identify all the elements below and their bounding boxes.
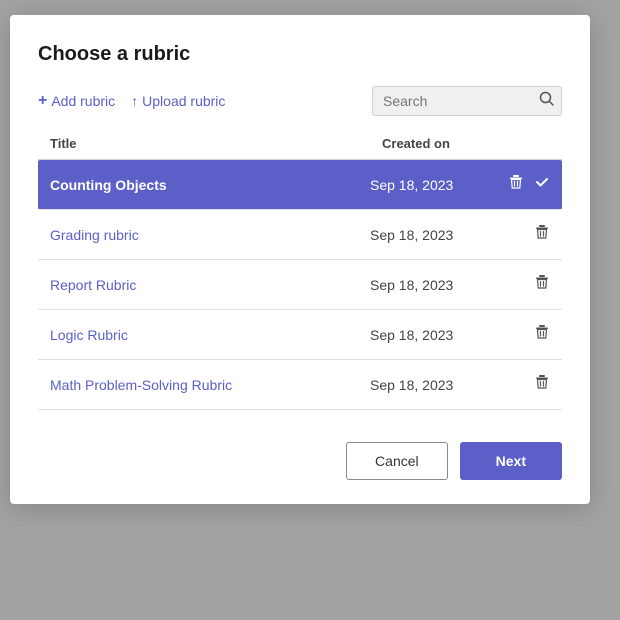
rubric-name: Math Problem-Solving Rubric <box>50 377 370 393</box>
toolbar: + Add rubric ↑ Upload rubric <box>38 86 562 116</box>
modal-overlay: Choose a rubric + Add rubric ↑ Upload ru… <box>0 0 620 620</box>
modal-footer: Cancel Next <box>38 438 562 480</box>
delete-icon[interactable] <box>534 374 550 395</box>
delete-icon[interactable] <box>534 324 550 345</box>
table-header: Title Created on <box>38 132 562 160</box>
table-row[interactable]: Report RubricSep 18, 2023 <box>38 260 562 310</box>
row-actions <box>500 174 550 195</box>
table-row[interactable]: Counting ObjectsSep 18, 2023 <box>38 160 562 210</box>
upload-rubric-label: Upload rubric <box>142 93 225 109</box>
rubric-date: Sep 18, 2023 <box>370 177 500 193</box>
upload-icon: ↑ <box>131 93 138 109</box>
rubric-name: Counting Objects <box>50 177 370 193</box>
rubrics-list: Counting ObjectsSep 18, 2023 Grading rub… <box>38 160 562 410</box>
delete-icon[interactable] <box>508 174 524 195</box>
row-actions <box>500 224 550 245</box>
rubric-name: Grading rubric <box>50 227 370 243</box>
add-rubric-label: Add rubric <box>51 93 115 109</box>
table-row[interactable]: Logic RubricSep 18, 2023 <box>38 310 562 360</box>
delete-icon[interactable] <box>534 224 550 245</box>
row-actions <box>500 324 550 345</box>
cancel-button[interactable]: Cancel <box>346 442 448 480</box>
next-button[interactable]: Next <box>460 442 562 480</box>
table-row[interactable]: Grading rubricSep 18, 2023 <box>38 210 562 260</box>
search-container <box>372 86 562 116</box>
check-icon <box>534 174 550 195</box>
row-actions <box>500 374 550 395</box>
delete-icon[interactable] <box>534 274 550 295</box>
rubric-date: Sep 18, 2023 <box>370 327 500 343</box>
rubric-date: Sep 18, 2023 <box>370 377 500 393</box>
upload-rubric-button[interactable]: ↑ Upload rubric <box>123 87 233 115</box>
rubric-name: Report Rubric <box>50 277 370 293</box>
column-created: Created on <box>382 136 512 151</box>
rubric-date: Sep 18, 2023 <box>370 227 500 243</box>
rubric-date: Sep 18, 2023 <box>370 277 500 293</box>
modal-title: Choose a rubric <box>38 43 562 66</box>
table-row[interactable]: Math Problem-Solving RubricSep 18, 2023 <box>38 360 562 410</box>
row-actions <box>500 274 550 295</box>
plus-icon: + <box>38 92 47 110</box>
rubric-name: Logic Rubric <box>50 327 370 343</box>
column-title: Title <box>50 136 382 151</box>
search-input[interactable] <box>372 86 562 116</box>
choose-rubric-modal: Choose a rubric + Add rubric ↑ Upload ru… <box>10 15 590 504</box>
add-rubric-button[interactable]: + Add rubric <box>38 86 123 116</box>
